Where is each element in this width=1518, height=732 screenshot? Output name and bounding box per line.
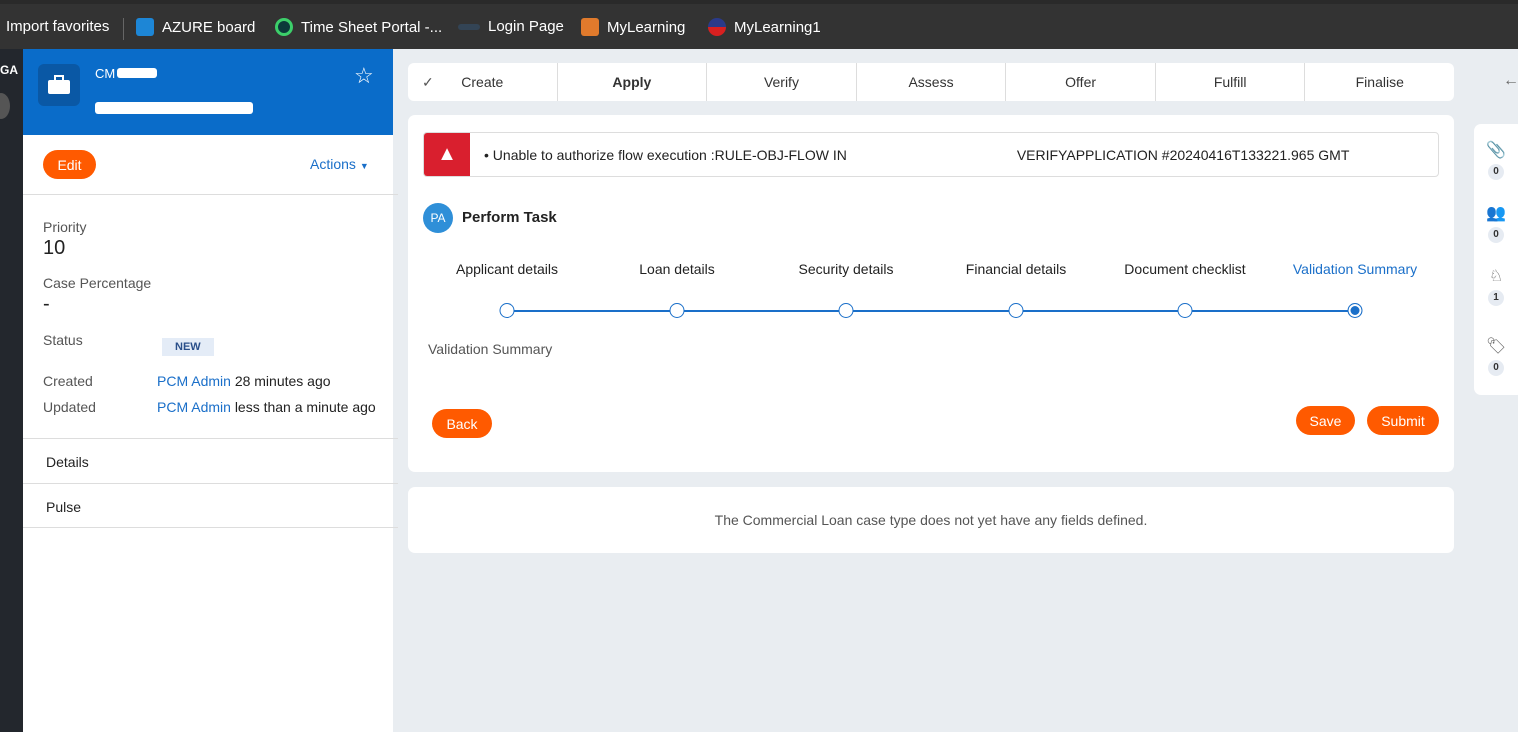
created-by-link[interactable]: PCM Admin (157, 373, 231, 389)
error-message: • Unable to authorize flow execution :RU… (484, 146, 1350, 163)
updated-by-link[interactable]: PCM Admin (157, 399, 231, 415)
pega-icon (458, 23, 480, 30)
task-title: Perform Task (462, 209, 557, 226)
warning-icon: ▲ (424, 133, 470, 176)
priority-value: 10 (43, 237, 66, 259)
logo: GA (0, 63, 18, 77)
browser-favorites-bar: Import favorites AZURE board Time Sheet … (0, 0, 1518, 49)
step-label: Financial details (965, 261, 1067, 277)
favorite-timesheet[interactable]: Time Sheet Portal -... (275, 18, 442, 36)
avatar[interactable] (0, 93, 10, 119)
step-dot[interactable] (499, 303, 515, 318)
chess-knight-icon: ♘ (1488, 268, 1504, 285)
submit-button[interactable]: Submit (1367, 406, 1439, 435)
step-label: Security details (798, 261, 894, 277)
tags-button[interactable]: 🏷 0 (1474, 336, 1518, 376)
paperclip-icon: 📎 (1486, 142, 1506, 159)
edit-button[interactable]: Edit (43, 150, 96, 179)
step-label: Loan details (639, 261, 715, 277)
status-label: Status (43, 332, 83, 348)
stage-finalise[interactable]: Finalise (1305, 63, 1454, 101)
percentage-value: - (43, 293, 50, 315)
star-icon[interactable]: ☆ (354, 63, 374, 89)
favorite-login[interactable]: Login Page (458, 18, 564, 35)
created-value: PCM Admin 28 minutes ago (157, 373, 331, 389)
stakeholders-button[interactable]: ♘ 1 (1474, 266, 1518, 306)
mylearning-icon (581, 18, 599, 36)
step-dot[interactable] (669, 303, 685, 318)
step-label: Applicant details (456, 261, 558, 277)
avatar: PA (423, 203, 453, 233)
case-title (95, 101, 253, 117)
case-summary-panel: CM ☆ Edit Actions ▼ Priority 10 Case Per… (23, 49, 398, 732)
step-line (507, 310, 1355, 312)
stage-assess[interactable]: Assess (857, 63, 1007, 101)
redaction (95, 102, 253, 114)
arrow-left-icon[interactable]: ← (1503, 72, 1518, 90)
attachments-button[interactable]: 📎 0 (1474, 140, 1518, 180)
section-label: Validation Summary (428, 341, 553, 357)
back-button[interactable]: Back (432, 409, 492, 438)
people-icon: 👥 (1486, 205, 1506, 222)
percentage-label: Case Percentage (43, 275, 152, 291)
error-banner: ▲ • Unable to authorize flow execution :… (423, 132, 1439, 177)
redaction (117, 68, 158, 78)
priority-label: Priority (43, 219, 87, 235)
app-nav-strip: GA (0, 49, 23, 732)
step-dot[interactable] (1177, 303, 1193, 318)
favorite-azure[interactable]: AZURE board (136, 18, 255, 36)
case-id: CM (95, 66, 158, 81)
status-badge: NEW (162, 338, 214, 356)
azure-icon (136, 18, 154, 36)
tab-pulse[interactable]: Pulse (23, 483, 398, 528)
divider (23, 194, 398, 195)
updated-label: Updated (43, 399, 96, 415)
timesheet-icon (275, 18, 293, 36)
check-icon: ✓ (422, 73, 434, 90)
utility-bar: 📎 0 👥 0 ♘ 1 🏷 0 (1474, 124, 1518, 395)
followers-button[interactable]: 👥 0 (1474, 203, 1518, 243)
case-header: CM ☆ (23, 49, 393, 135)
step-dot[interactable] (838, 303, 854, 318)
caret-down-icon: ▼ (359, 161, 369, 171)
stage-create[interactable]: ✓ Create (408, 63, 558, 101)
briefcase-icon (38, 64, 80, 106)
save-button[interactable]: Save (1296, 406, 1355, 435)
created-label: Created (43, 373, 93, 389)
step-label-current: Validation Summary (1292, 261, 1418, 277)
mylearning1-icon (708, 18, 726, 36)
favorite-mylearning1[interactable]: MyLearning1 (708, 18, 821, 36)
stage-fulfill[interactable]: Fulfill (1156, 63, 1306, 101)
stage-bar: ✓ Create Apply Verify Assess Offer Fulfil… (408, 63, 1454, 101)
tag-icon: 🏷 (1485, 338, 1507, 355)
stage-apply[interactable]: Apply (558, 63, 708, 101)
favorite-import[interactable]: Import favorites (6, 18, 109, 35)
divider (123, 18, 124, 40)
tab-details[interactable]: Details (23, 438, 398, 483)
updated-value: PCM Admin less than a minute ago (157, 399, 376, 415)
info-card: The Commercial Loan case type does not y… (408, 487, 1454, 553)
actions-menu[interactable]: Actions ▼ (310, 156, 369, 172)
step-dot[interactable] (1008, 303, 1024, 318)
stage-offer[interactable]: Offer (1006, 63, 1156, 101)
step-dot-current[interactable] (1347, 303, 1363, 318)
task-card: ▲ • Unable to authorize flow execution :… (408, 115, 1454, 472)
stage-verify[interactable]: Verify (707, 63, 857, 101)
favorite-mylearning[interactable]: MyLearning (581, 18, 685, 36)
step-label: Document checklist (1124, 261, 1246, 277)
